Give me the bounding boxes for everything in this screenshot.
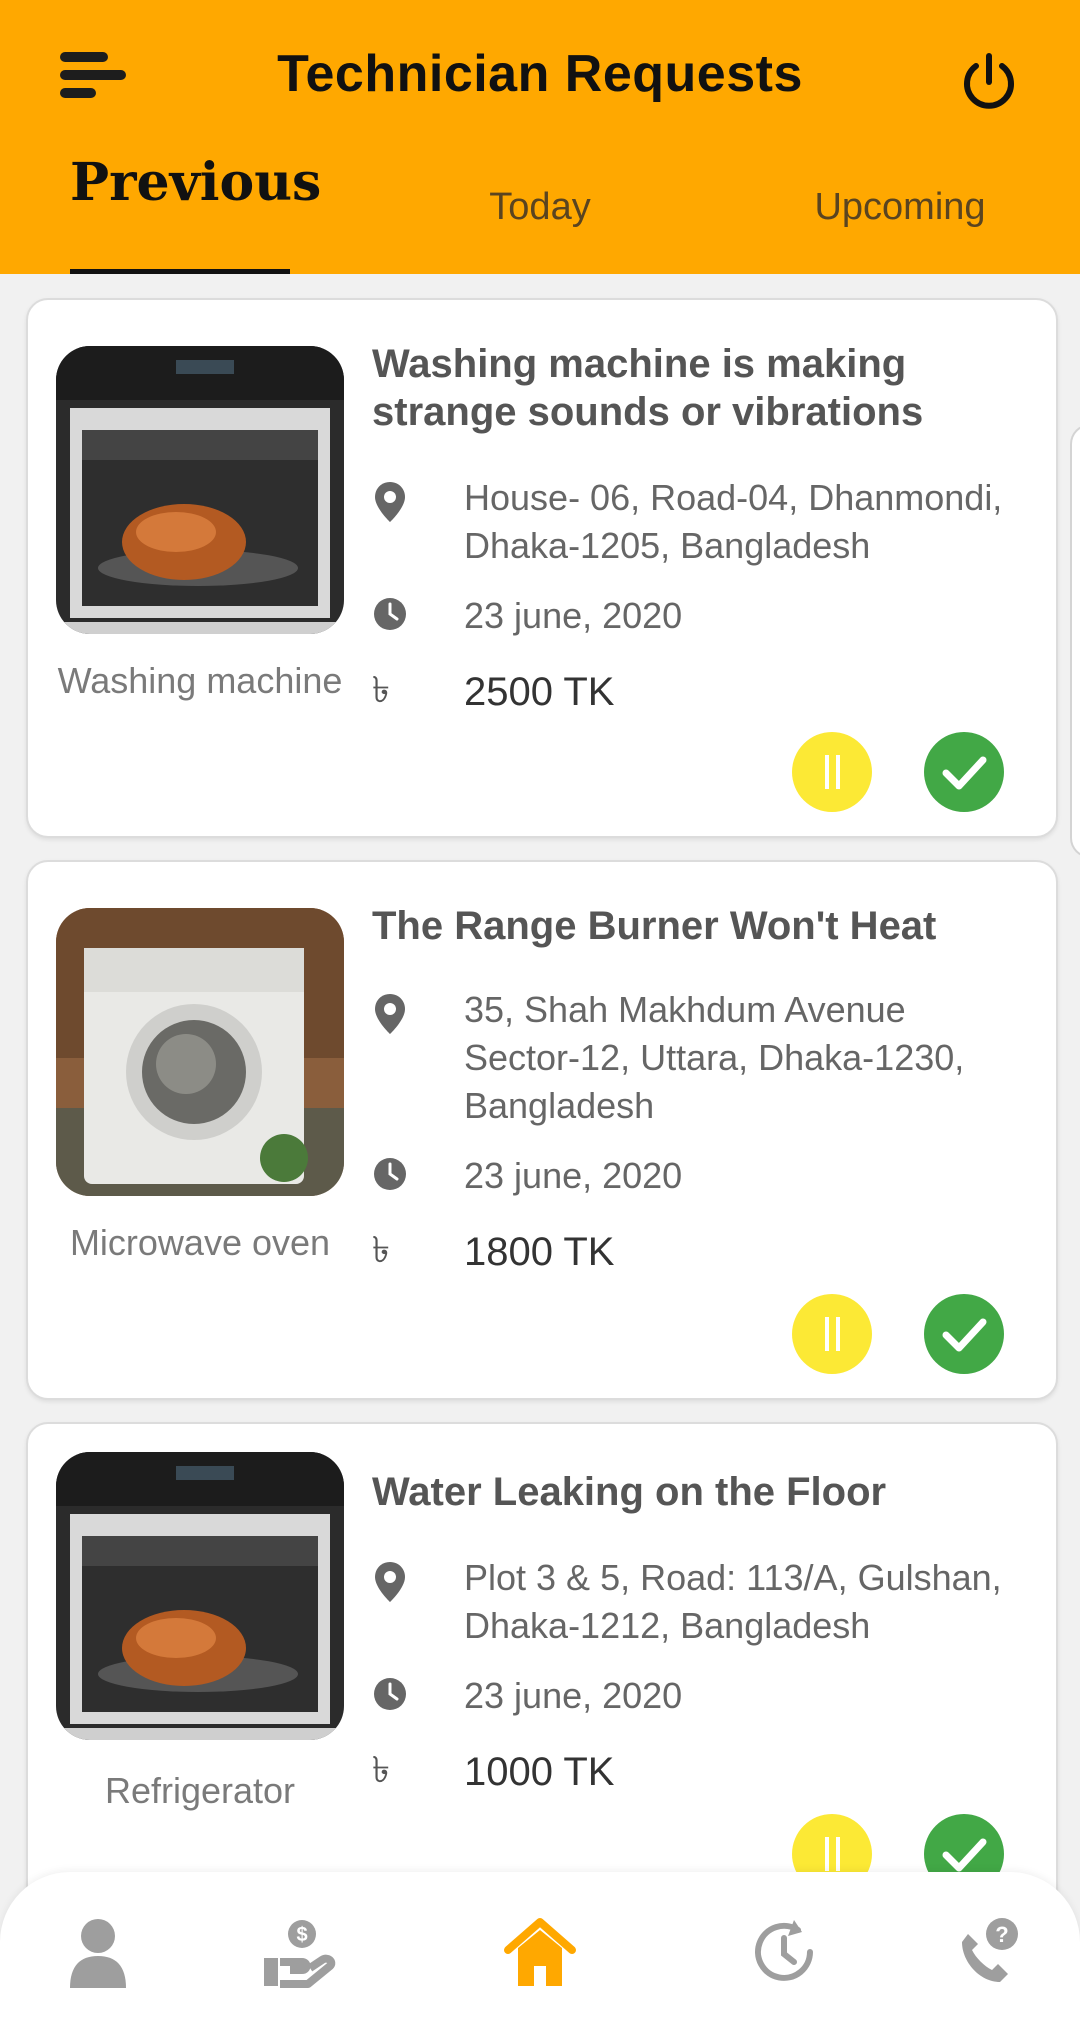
clock-icon [374,1678,406,1710]
pause-button[interactable] [792,732,872,812]
page-title: Technician Requests [277,45,803,103]
location-pin-icon [375,482,405,522]
request-card[interactable]: Washing machine Washing machine is makin… [26,298,1058,838]
address-text: 35, Shah Makhdum Avenue Sector-12, Uttar… [464,989,965,1126]
tab-label: Previous [70,152,322,213]
request-title: Water Leaking on the Floor [372,1470,887,1514]
active-tab-indicator [70,269,290,274]
location-pin-icon [375,1562,405,1602]
taka-icon: ৳ [372,669,390,710]
accept-button[interactable] [924,1294,1004,1374]
checkmark-icon [942,1318,987,1352]
category-label: Washing machine [57,660,343,701]
request-card[interactable]: Microwave oven The Range Burner Won't He… [26,860,1058,1400]
user-icon[interactable] [58,1912,138,1992]
tab-label: Today [489,186,591,228]
payment-hand-icon[interactable]: $ [258,1912,338,1992]
side-drawer-edge[interactable] [1070,424,1080,858]
address-text: House- 06, Road-04, Dhanmondi, Dhaka-120… [464,477,1003,566]
taka-icon: ৳ [372,1749,390,1790]
tab-bar: Previous Today Upcoming [0,152,1080,274]
location-pin-icon [375,994,405,1034]
appliance-image [56,1452,344,1740]
category-label: Microwave oven [69,1222,331,1263]
date-text: 23 june, 2020 [464,1155,683,1196]
clock-icon [374,1158,406,1190]
power-icon[interactable] [958,50,1020,112]
appliance-image [56,908,344,1196]
svg-text:$: $ [296,1924,307,1946]
tab-previous[interactable]: Previous [70,152,321,274]
clock-icon [374,598,406,630]
phone-help-icon[interactable]: ? [948,1912,1028,1992]
bottom-navigation: $ ? [0,1872,1080,2032]
address-text: Plot 3 & 5, Road: 113/A, Gulshan, Dhaka-… [464,1557,1002,1646]
tab-label: Upcoming [814,186,986,228]
history-icon[interactable] [744,1912,824,1992]
request-title: Washing machine is making strange sounds… [372,342,924,434]
tab-today[interactable]: Today [440,186,640,300]
date-text: 23 june, 2020 [464,595,683,636]
price-text: 2500 TK [464,670,615,714]
checkmark-icon [942,756,987,790]
taka-icon: ৳ [372,1229,390,1270]
price-text: 1800 TK [464,1230,615,1274]
svg-text:?: ? [995,1922,1008,1947]
date-text: 23 june, 2020 [464,1675,683,1716]
price-text: 1000 TK [464,1750,615,1794]
request-title: The Range Burner Won't Heat [372,904,937,948]
appliance-image [56,346,344,634]
accept-button[interactable] [924,732,1004,812]
app-header: Technician Requests Previous Today Upcom… [0,0,1080,274]
home-icon[interactable] [500,1912,580,1992]
pause-button[interactable] [792,1294,872,1374]
tab-upcoming[interactable]: Upcoming [790,186,1010,300]
category-label: Refrigerator [104,1770,296,1811]
